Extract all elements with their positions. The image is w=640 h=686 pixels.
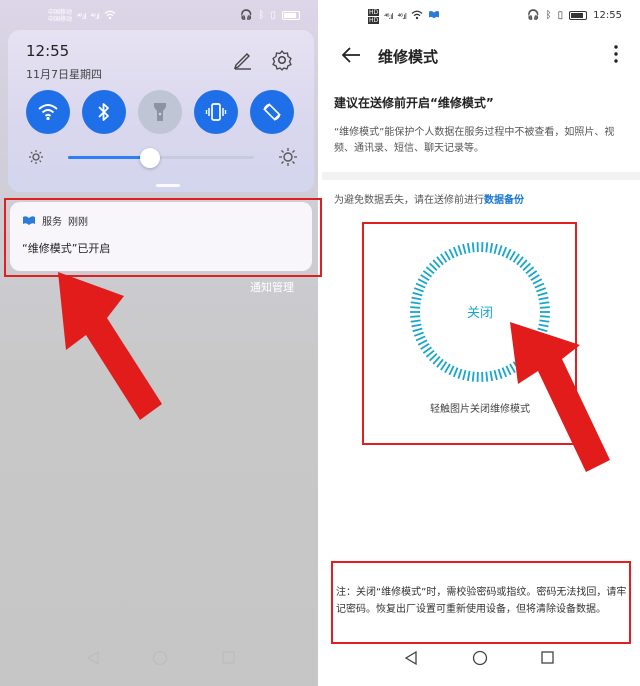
red-arrow-left [58,272,162,420]
annotation-arrows [58,272,610,472]
red-arrow-right [510,322,610,472]
